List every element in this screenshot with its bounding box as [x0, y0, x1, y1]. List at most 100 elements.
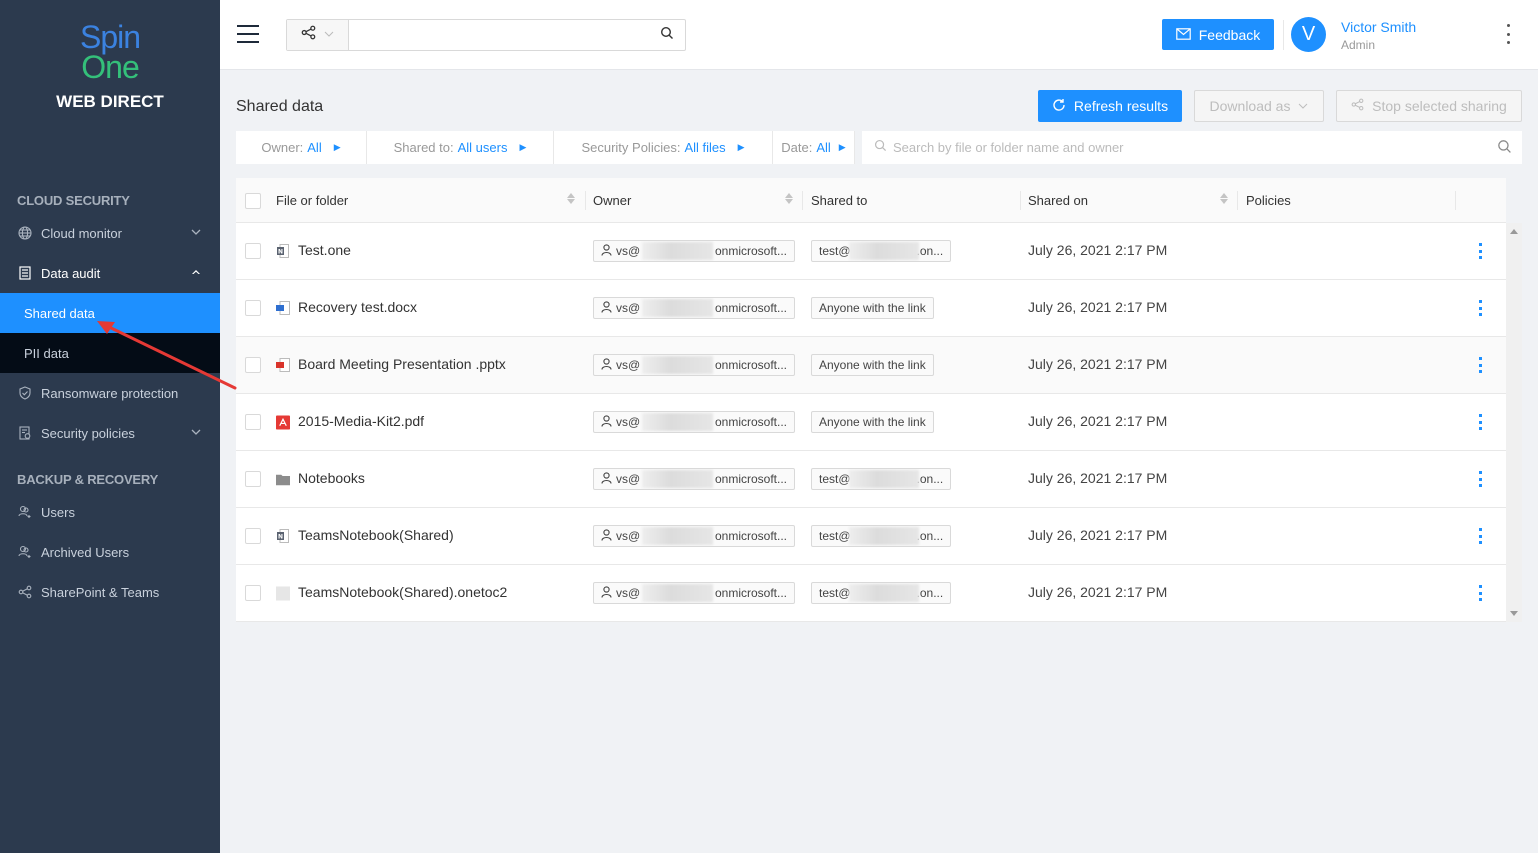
- shield-icon: [17, 385, 33, 401]
- owner-tag: vs@ onmicrosoft...: [593, 582, 795, 604]
- column-policies[interactable]: Policies: [1246, 178, 1456, 223]
- sidebar-item-ransomware-protection[interactable]: Ransomware protection: [0, 373, 220, 413]
- file-name[interactable]: TeamsNotebook(Shared): [298, 527, 454, 543]
- sidebar-item-sharepoint-teams[interactable]: SharePoint & Teams: [0, 572, 220, 612]
- file-search-input[interactable]: [887, 132, 1522, 163]
- row-checkbox[interactable]: [245, 300, 261, 316]
- row-actions-button[interactable]: [1475, 414, 1485, 430]
- row-actions-button[interactable]: [1475, 528, 1485, 544]
- table-row[interactable]: TeamsNotebook(Shared).onetoc2 vs@ onmicr…: [236, 565, 1506, 622]
- row-actions-button[interactable]: [1475, 243, 1485, 259]
- sidebar-item-pii-data[interactable]: PII data: [0, 333, 220, 373]
- redacted-text: [642, 584, 713, 602]
- owner-tag: vs@ onmicrosoft...: [593, 468, 795, 490]
- filter-owner[interactable]: Owner: All ▶: [236, 131, 367, 164]
- owner-prefix: vs@: [616, 301, 641, 315]
- user-name[interactable]: Victor Smith: [1341, 19, 1416, 35]
- sidebar-item-security-policies[interactable]: Security policies: [0, 413, 220, 453]
- filter-date[interactable]: Date: All ▶: [773, 131, 855, 164]
- column-shared-on[interactable]: Shared on: [1028, 178, 1238, 223]
- row-checkbox[interactable]: [245, 528, 261, 544]
- document-list-icon: [17, 265, 33, 281]
- sort-icon[interactable]: [567, 193, 575, 204]
- shared-to-suffix: .on...: [916, 244, 944, 258]
- row-actions-button[interactable]: [1475, 585, 1485, 601]
- shared-to-text: Anyone with the link: [819, 358, 926, 372]
- feedback-button[interactable]: Feedback: [1162, 19, 1274, 50]
- row-actions-button[interactable]: [1475, 300, 1485, 316]
- filter-shared-to[interactable]: Shared to: All users ▶: [367, 131, 554, 164]
- row-actions-button[interactable]: [1475, 471, 1485, 487]
- shared-to-text: Anyone with the link: [819, 415, 926, 429]
- table-row[interactable]: 2015-Media-Kit2.pdf vs@ onmicrosoft... A…: [236, 394, 1506, 451]
- filter-bar: Owner: All ▶ Shared to: All users ▶ Secu…: [236, 131, 1522, 164]
- sidebar-item-users[interactable]: Users: [0, 492, 220, 532]
- file-name[interactable]: Board Meeting Presentation .pptx: [298, 356, 506, 372]
- row-actions-button[interactable]: [1475, 357, 1485, 373]
- search-icon: [874, 139, 887, 157]
- shared-to-tag: test@ .on...: [811, 582, 952, 604]
- table-row[interactable]: N TeamsNotebook(Shared) vs@ onmicrosoft.…: [236, 508, 1506, 565]
- download-as-button[interactable]: Download as: [1194, 90, 1324, 122]
- kebab-icon: [1478, 243, 1482, 246]
- sort-icon[interactable]: [1220, 193, 1228, 204]
- sidebar-item-cloud-monitor[interactable]: Cloud monitor: [0, 213, 220, 253]
- row-checkbox[interactable]: [245, 471, 261, 487]
- menu-toggle-button[interactable]: [237, 25, 259, 45]
- shared-to-tag: test@ .on...: [811, 240, 952, 262]
- caret-right-icon: ▶: [737, 142, 745, 152]
- global-search-input[interactable]: [349, 20, 649, 50]
- kebab-dot: [1478, 249, 1482, 253]
- stop-selected-sharing-button[interactable]: Stop selected sharing: [1336, 90, 1522, 122]
- column-shared-to[interactable]: Shared to: [811, 178, 1021, 223]
- table-row[interactable]: Board Meeting Presentation .pptx vs@ onm…: [236, 337, 1506, 394]
- folder-icon: [276, 472, 290, 486]
- sidebar-item-archived-users[interactable]: Archived Users: [0, 532, 220, 572]
- filter-value: All users: [457, 140, 508, 155]
- feedback-label: Feedback: [1198, 26, 1261, 43]
- table-scrollbar[interactable]: [1506, 223, 1522, 622]
- redacted-text: [642, 527, 713, 545]
- file-name[interactable]: Test.one: [298, 242, 351, 258]
- file-name[interactable]: Notebooks: [298, 470, 365, 486]
- owner-suffix: onmicrosoft...: [714, 244, 787, 258]
- scroll-down-arrow-icon[interactable]: [1510, 611, 1518, 616]
- sort-icon[interactable]: [785, 193, 793, 204]
- file-search: [862, 131, 1522, 164]
- sidebar-item-label: SharePoint & Teams: [41, 584, 160, 600]
- kebab-dot: [1478, 420, 1482, 424]
- file-name[interactable]: 2015-Media-Kit2.pdf: [298, 413, 424, 429]
- sidebar-item-shared-data[interactable]: Shared data: [0, 293, 220, 333]
- row-checkbox[interactable]: [245, 414, 261, 430]
- policy-icon: [17, 425, 33, 441]
- row-checkbox[interactable]: [245, 357, 261, 373]
- row-checkbox[interactable]: [245, 243, 261, 259]
- scroll-up-arrow-icon[interactable]: [1510, 229, 1518, 234]
- owner-prefix: vs@: [616, 415, 641, 429]
- table-row[interactable]: Notebooks vs@ onmicrosoft... test@ .on..…: [236, 451, 1506, 508]
- table-row[interactable]: N Test.one vs@ onmicrosoft... test@ .on.…: [236, 223, 1506, 280]
- column-file-or-folder[interactable]: File or folder: [276, 178, 586, 223]
- shared-to-tag: Anyone with the link: [811, 297, 934, 319]
- search-button[interactable]: [649, 20, 685, 50]
- table-row[interactable]: Recovery test.docx vs@ onmicrosoft... An…: [236, 280, 1506, 337]
- share-icon: [301, 25, 316, 45]
- search-icon[interactable]: [1497, 139, 1512, 159]
- file-name[interactable]: Recovery test.docx: [298, 299, 417, 315]
- sidebar-item-data-audit[interactable]: Data audit: [0, 253, 220, 293]
- more-options-button[interactable]: [1503, 22, 1513, 46]
- chevron-down-icon: [324, 29, 334, 42]
- user-icon: [601, 585, 612, 601]
- avatar[interactable]: V: [1291, 17, 1326, 52]
- select-all-checkbox[interactable]: [245, 192, 261, 209]
- filter-security-policies[interactable]: Security Policies: All files ▶: [554, 131, 773, 164]
- column-divider: [1020, 191, 1021, 210]
- column-owner[interactable]: Owner: [593, 178, 803, 223]
- column-divider: [1455, 191, 1456, 210]
- refresh-results-button[interactable]: Refresh results: [1038, 90, 1182, 122]
- row-checkbox[interactable]: [245, 585, 261, 601]
- file-name[interactable]: TeamsNotebook(Shared).onetoc2: [298, 584, 507, 600]
- kebab-dot: [1478, 427, 1482, 430]
- search-type-dropdown[interactable]: [287, 20, 349, 50]
- user-icon: [601, 357, 612, 373]
